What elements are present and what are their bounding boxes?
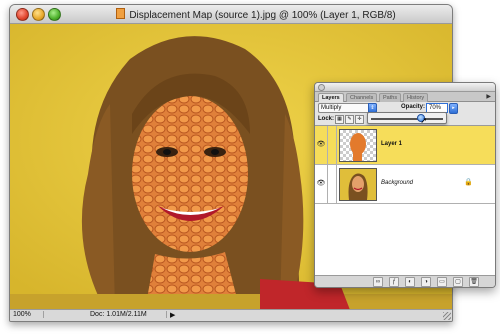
opacity-label: Opacity: [401,104,426,110]
window-title-text: Displacement Map (source 1).jpg @ 100% (… [129,10,396,21]
background-thumbnail [339,168,377,201]
document-icon [116,8,126,19]
title-bar[interactable]: Displacement Map (source 1).jpg @ 100% (… [10,5,452,24]
layer-row-background[interactable]: 👁 Background 🔒 [315,165,495,204]
layer-name: Layer 1 [381,141,403,147]
window-title: Displacement Map (source 1).jpg @ 100% (… [70,8,442,21]
layers-list: 👁 Layer 1 👁 Background 🔒 [315,126,495,276]
new-layer-icon[interactable]: ▢ [453,277,463,287]
tab-paths[interactable]: Paths [379,93,402,102]
layer-link-cell[interactable] [328,126,337,164]
resize-grip[interactable] [443,312,451,320]
lock-position-icon[interactable]: ✛ [355,115,364,124]
tab-layers[interactable]: Layers [318,93,344,102]
link-layers-icon[interactable]: ∞ [373,277,383,287]
adjustment-layer-icon[interactable]: ◑ [421,277,431,287]
pointer-cursor-icon: ➚ [420,116,428,125]
delete-layer-icon[interactable]: 🗑 [469,277,479,287]
palette-bottom-bar: ∞ ƒ ◐ ◑ ▭ ▢ 🗑 [315,275,495,287]
lock-label: Lock: [318,116,335,122]
background-thumbnail-image [348,173,368,200]
tab-channels[interactable]: Channels [346,93,378,102]
add-mask-icon[interactable]: ◐ [405,277,415,287]
visibility-eye-icon[interactable]: 👁 [315,126,328,164]
visibility-eye-icon[interactable]: 👁 [315,165,328,203]
layer-link-cell[interactable] [328,165,337,203]
document-size: Doc: 1.01M/2.11M [90,311,167,318]
palette-close-icon[interactable] [318,84,325,91]
opacity-slider-popup[interactable]: ➚ [367,112,447,125]
layers-palette: Layers Channels Paths History ▶ Multiply… [314,82,496,288]
palette-title-bar[interactable] [315,83,495,92]
lock-pixels-icon[interactable]: ✎ [345,115,354,124]
blend-mode-value: Multiply [321,105,342,111]
layer-style-icon[interactable]: ƒ [389,277,399,287]
lock-row: Lock: ▦ ✎ ✛ ➚ [315,112,495,126]
layer-row-layer-1[interactable]: 👁 Layer 1 [315,126,495,165]
opacity-slider-track[interactable] [371,118,443,120]
palette-tabs: Layers Channels Paths History ▶ [315,92,495,102]
lock-transparency-icon[interactable]: ▦ [335,115,344,124]
new-group-icon[interactable]: ▭ [437,277,447,287]
status-bar: 100% Doc: 1.01M/2.11M ▶ [10,309,452,321]
close-icon[interactable] [16,8,29,21]
tab-history[interactable]: History [403,93,429,102]
opacity-slider-button[interactable]: ▸ [449,103,458,114]
status-menu-arrow-icon[interactable]: ▶ [170,311,175,319]
zoom-icon[interactable] [48,8,61,21]
layer-1-thumbnail-image [350,133,366,161]
layer-1-thumbnail [339,129,377,162]
zoom-level[interactable]: 100% [13,311,44,318]
layer-name: Background [381,180,414,186]
lock-icon: 🔒 [464,179,473,186]
palette-menu-icon[interactable]: ▶ [486,93,491,100]
minimize-icon[interactable] [32,8,45,21]
